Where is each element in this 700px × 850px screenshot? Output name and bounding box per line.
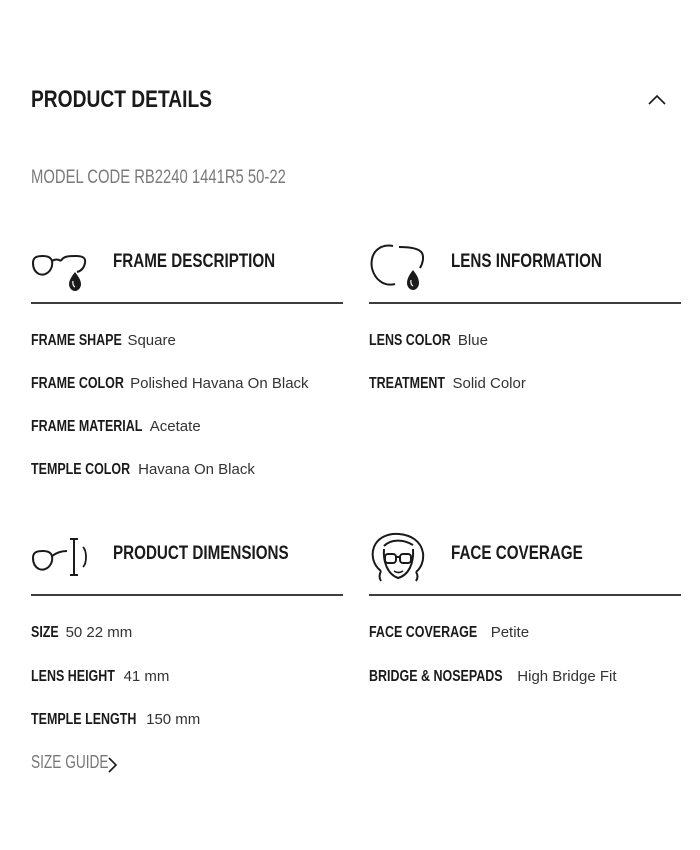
spec-value: 41 mm bbox=[123, 668, 170, 685]
spec-value: Blue bbox=[457, 332, 488, 349]
lens-drop-icon bbox=[370, 244, 425, 290]
spec-value: 50 22 mm bbox=[65, 624, 133, 641]
lens-information-title: LENS INFORMATION bbox=[451, 251, 602, 272]
section-divider bbox=[369, 594, 681, 596]
collapse-button[interactable] bbox=[644, 88, 670, 110]
spec-label: SIZE bbox=[31, 624, 59, 641]
page-title: PRODUCT DETAILS bbox=[31, 86, 212, 113]
spec-label: FRAME COLOR bbox=[31, 375, 124, 392]
spec-label: LENS HEIGHT bbox=[31, 668, 115, 685]
product-dimensions-section: PRODUCT DIMENSIONS SIZE 50 22 mm LENS HEI… bbox=[31, 528, 343, 728]
size-guide-link[interactable]: SIZE GUIDE bbox=[31, 752, 133, 778]
frame-description-section: FRAME DESCRIPTION FRAME SHAPE Square FRAM… bbox=[31, 236, 343, 478]
chevron-up-icon bbox=[648, 94, 666, 105]
chevron-right-icon bbox=[108, 757, 118, 773]
spec-row-temple-length: TEMPLE LENGTH 150 mm bbox=[31, 711, 351, 754]
spec-label: FACE COVERAGE bbox=[369, 624, 478, 641]
spec-value: Polished Havana On Black bbox=[130, 375, 309, 392]
spec-row-frame-shape: FRAME SHAPE Square bbox=[31, 332, 351, 375]
section-divider bbox=[369, 302, 681, 304]
spec-row-temple-color: TEMPLE COLOR Havana On Black bbox=[31, 461, 351, 504]
face-coverage-section: FACE COVERAGE FACE COVERAGE Petite BRIDGE… bbox=[369, 528, 681, 685]
frame-description-title: FRAME DESCRIPTION bbox=[113, 251, 276, 272]
spec-value: Solid Color bbox=[452, 375, 526, 392]
spec-label: FRAME MATERIAL bbox=[31, 418, 143, 435]
spec-value: Acetate bbox=[149, 418, 201, 435]
face-coverage-title: FACE COVERAGE bbox=[451, 543, 583, 564]
spec-label: LENS COLOR bbox=[369, 332, 451, 349]
spec-row-treatment: TREATMENT Solid Color bbox=[369, 375, 689, 418]
section-divider bbox=[31, 594, 343, 596]
product-dimensions-title: PRODUCT DIMENSIONS bbox=[113, 543, 289, 564]
spec-row-bridge-nosepads: BRIDGE & NOSEPADS High Bridge Fit bbox=[369, 668, 689, 711]
spec-label: FRAME SHAPE bbox=[31, 332, 122, 349]
face-glasses-icon bbox=[371, 532, 425, 582]
spec-row-size: SIZE 50 22 mm bbox=[31, 624, 351, 668]
spec-value: Havana On Black bbox=[138, 461, 255, 478]
spec-row-face-coverage: FACE COVERAGE Petite bbox=[369, 624, 689, 668]
spec-row-frame-color: FRAME COLOR Polished Havana On Black bbox=[31, 375, 351, 418]
spec-row-lens-height: LENS HEIGHT 41 mm bbox=[31, 668, 351, 711]
spec-row-frame-material: FRAME MATERIAL Acetate bbox=[31, 418, 351, 461]
spec-label: BRIDGE & NOSEPADS bbox=[369, 668, 503, 685]
sunglasses-drop-icon bbox=[31, 254, 87, 291]
spec-label: TEMPLE COLOR bbox=[31, 461, 131, 478]
section-divider bbox=[31, 302, 343, 304]
size-guide-label: SIZE GUIDE bbox=[31, 752, 109, 772]
spec-value: Square bbox=[127, 332, 176, 349]
model-code: MODEL CODE RB2240 1441R5 50-22 bbox=[31, 167, 286, 188]
spec-value: High Bridge Fit bbox=[517, 668, 617, 685]
spec-row-lens-color: LENS COLOR Blue bbox=[369, 332, 689, 375]
spec-value: 150 mm bbox=[146, 711, 201, 728]
glasses-ruler-icon bbox=[31, 538, 87, 576]
spec-value: Petite bbox=[490, 624, 530, 641]
lens-information-section: LENS INFORMATION LENS COLOR Blue TREATMEN… bbox=[369, 236, 681, 392]
spec-label: TEMPLE LENGTH bbox=[31, 711, 137, 728]
spec-label: TREATMENT bbox=[369, 375, 446, 392]
